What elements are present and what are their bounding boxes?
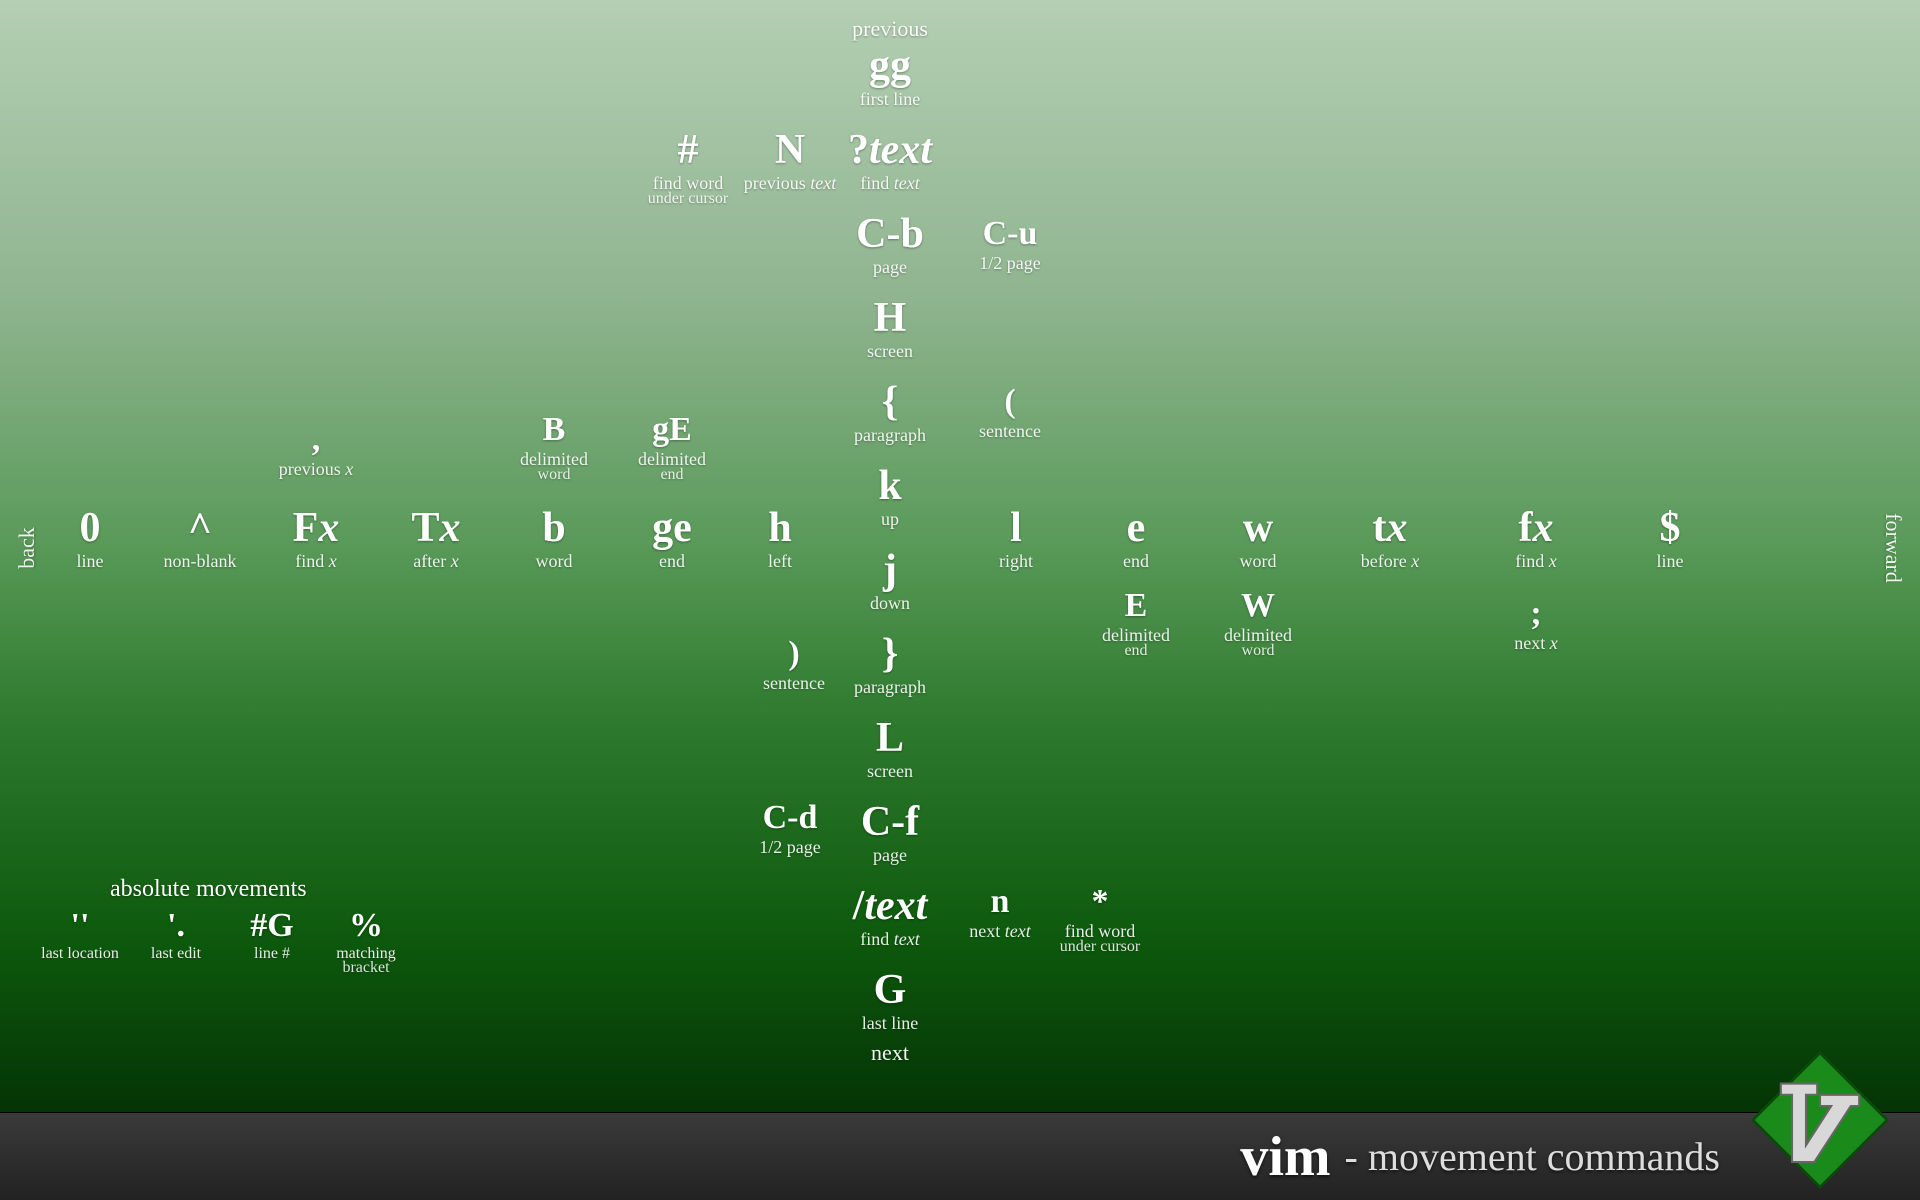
cmd-l: lright — [999, 506, 1033, 571]
cmd-search-back: ?textfind text — [848, 128, 932, 193]
cmd-caret: ^non-blank — [164, 506, 237, 571]
cmd-match-bracket: %matchingbracket — [336, 908, 396, 977]
cmd-h: hleft — [768, 506, 792, 571]
cmd-H: Hscreen — [867, 296, 913, 361]
cmd-ctrl-b: C-bpage — [856, 212, 924, 277]
cmd-star: *find wordunder cursor — [1060, 884, 1140, 955]
cmd-comma: ,previous x — [279, 422, 354, 479]
cmd-0: 0line — [77, 506, 104, 571]
label-forward: forward — [1880, 513, 1906, 583]
cmd-tx: txbefore x — [1361, 506, 1419, 571]
cmd-B: Bdelimitedword — [520, 412, 588, 483]
footer-bar: vim - movement commands — [0, 1112, 1920, 1200]
cmd-last-location: ''last location — [41, 908, 119, 962]
cmd-ctrl-d: C-d1/2 page — [759, 800, 820, 857]
cmd-semicolon: ;next x — [1514, 596, 1558, 653]
cmd-sentence-fwd: )sentence — [763, 636, 825, 693]
cmd-Tx: Txafter x — [411, 506, 460, 571]
cmd-n: nnext text — [969, 884, 1030, 941]
cmd-E: Edelimitedend — [1102, 588, 1170, 659]
label-previous: previous — [852, 16, 928, 42]
vim-logo-icon — [1750, 1050, 1890, 1190]
cmd-sentence-back: (sentence — [979, 384, 1041, 441]
cmd-W: Wdelimitedword — [1224, 588, 1292, 659]
cmd-para-fwd: }paragraph — [854, 632, 926, 697]
cmd-gg: ggfirst line — [860, 44, 921, 109]
cmd-para-back: {paragraph — [854, 380, 926, 445]
cmd-N: Nprevious text — [744, 128, 836, 193]
cmd-k: kup — [878, 464, 901, 529]
footer-subtitle: - movement commands — [1345, 1133, 1720, 1180]
label-back: back — [14, 527, 40, 569]
cmd-L: Lscreen — [867, 716, 913, 781]
cmd-j: jdown — [870, 548, 910, 613]
cmd-fx: fxfind x — [1515, 506, 1557, 571]
label-next: next — [871, 1040, 909, 1066]
cmd-ge: geend — [652, 506, 692, 571]
cmd-w: wword — [1240, 506, 1277, 571]
cmd-hash: #find wordunder cursor — [648, 128, 728, 208]
cmd-ctrl-u: C-u1/2 page — [979, 216, 1040, 273]
cmd-b: bword — [536, 506, 573, 571]
cmd-G: Glast line — [862, 968, 919, 1033]
cmd-search-fwd: /textfind text — [853, 884, 928, 949]
cmd-last-edit: '.last edit — [151, 908, 201, 962]
cmd-Fx: Fxfind x — [293, 506, 340, 571]
cmd-dollar: $line — [1657, 506, 1684, 571]
cmd-goto-line: #Gline # — [250, 908, 293, 962]
cmd-gE: gEdelimitedend — [638, 412, 706, 483]
absolute-movements-title: absolute movements — [110, 876, 307, 903]
cmd-e: eend — [1123, 506, 1149, 571]
cmd-ctrl-f: C-fpage — [861, 800, 919, 865]
footer-title: vim — [1240, 1125, 1330, 1189]
